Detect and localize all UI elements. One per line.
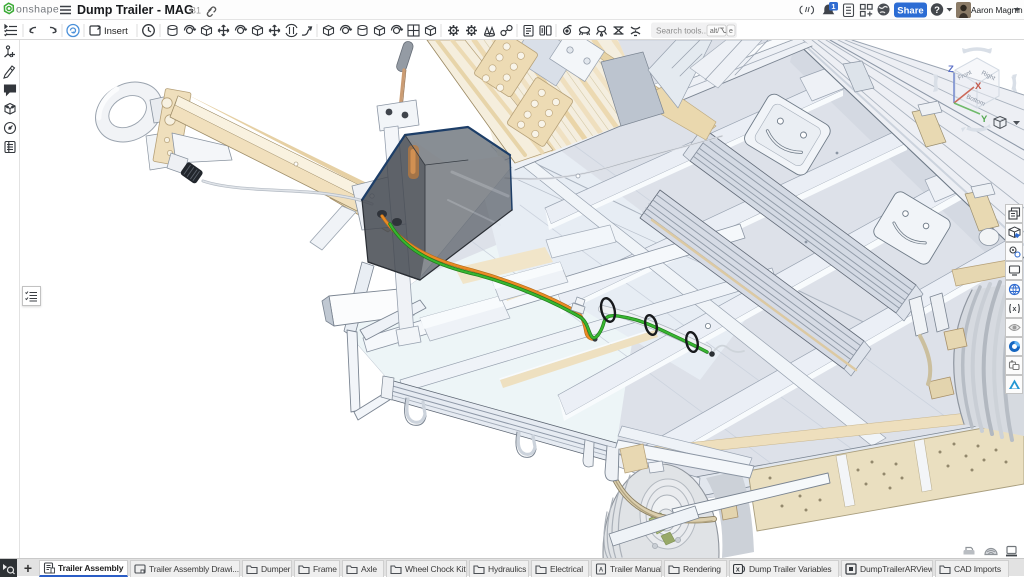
- svg-text:Aaron Magnin: Aaron Magnin: [971, 5, 1023, 15]
- svg-text:?: ?: [934, 5, 940, 16]
- svg-text:A: A: [599, 568, 604, 574]
- svg-text:X: X: [975, 81, 982, 92]
- svg-text:x: x: [736, 567, 740, 574]
- svg-text:B1: B1: [190, 6, 201, 16]
- svg-text:onshape: onshape: [16, 4, 59, 16]
- svg-text:Share: Share: [897, 5, 923, 16]
- svg-text:alt/: alt/: [710, 28, 719, 35]
- svg-text:Insert: Insert: [104, 26, 128, 37]
- svg-text:x: x: [1012, 306, 1016, 313]
- svg-text:Dump Trailer - MAG: Dump Trailer - MAG: [77, 3, 194, 17]
- svg-text:Y: Y: [981, 114, 988, 125]
- svg-text:1: 1: [831, 2, 835, 11]
- svg-text:Z: Z: [948, 64, 954, 75]
- svg-text:Search tools...: Search tools...: [656, 27, 708, 36]
- svg-text:e: e: [729, 28, 733, 35]
